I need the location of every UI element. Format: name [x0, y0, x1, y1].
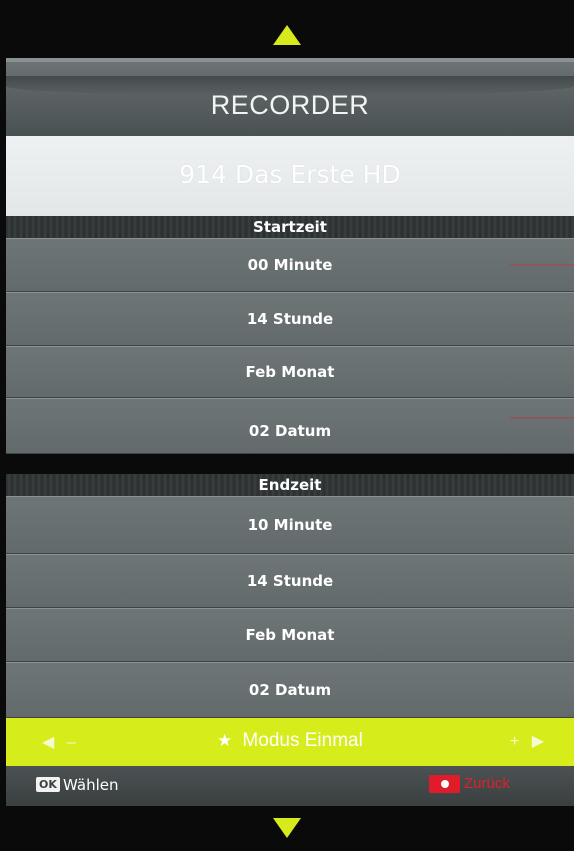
increase-hint[interactable]: + ▶	[510, 731, 548, 751]
back-hint-label: Zurück	[464, 775, 510, 792]
end-date-row[interactable]: 02 Datum	[6, 662, 574, 718]
channel-row[interactable]: 914 Das Erste HD	[6, 136, 574, 216]
divider	[510, 417, 574, 419]
row-label: Feb Monat	[245, 363, 335, 381]
mode-selector[interactable]: ◀ – ★ Modus Einmal + ▶	[6, 718, 574, 766]
footer-hints: OK Wählen Zurück	[6, 766, 574, 806]
start-month-row[interactable]: Feb Monat	[6, 346, 574, 398]
startzeit-header: Startzeit	[6, 216, 574, 238]
row-label: 14 Stunde	[246, 572, 334, 590]
start-date-row[interactable]: 02 Datum	[6, 398, 574, 454]
end-minute-row[interactable]: 10 Minute	[6, 496, 574, 554]
back-key-icon[interactable]	[429, 775, 460, 793]
mode-value: ★ Modus Einmal	[6, 730, 574, 752]
start-minute-row[interactable]: 00 Minute	[6, 238, 574, 292]
end-hour-row[interactable]: 14 Stunde	[6, 554, 574, 608]
end-month-row[interactable]: Feb Monat	[6, 608, 574, 662]
scroll-up-icon[interactable]	[273, 25, 301, 45]
divider	[510, 264, 574, 266]
row-label: 00 Minute	[247, 256, 333, 274]
endzeit-header: Endzeit	[6, 474, 574, 496]
row-label: 02 Datum	[248, 422, 332, 441]
row-label: Feb Monat	[245, 626, 335, 644]
recorder-panel: RECORDER 914 Das Erste HD Startzeit 00 M…	[6, 58, 574, 820]
star-icon: ★	[217, 731, 233, 750]
title-bar: RECORDER	[6, 58, 574, 136]
scroll-down-icon[interactable]	[273, 818, 301, 838]
row-label: 10 Minute	[247, 516, 333, 534]
ok-key-icon[interactable]: OK	[36, 777, 60, 792]
recorder-screen: RECORDER 914 Das Erste HD Startzeit 00 M…	[0, 0, 574, 851]
start-hour-row[interactable]: 14 Stunde	[6, 292, 574, 346]
page-title: RECORDER	[210, 90, 370, 120]
row-label: 14 Stunde	[246, 310, 334, 328]
select-hint-label: Wählen	[63, 776, 119, 794]
channel-name: 914 Das Erste HD	[179, 160, 401, 189]
row-label: 02 Datum	[248, 681, 332, 699]
mode-label: Modus Einmal	[242, 730, 363, 751]
